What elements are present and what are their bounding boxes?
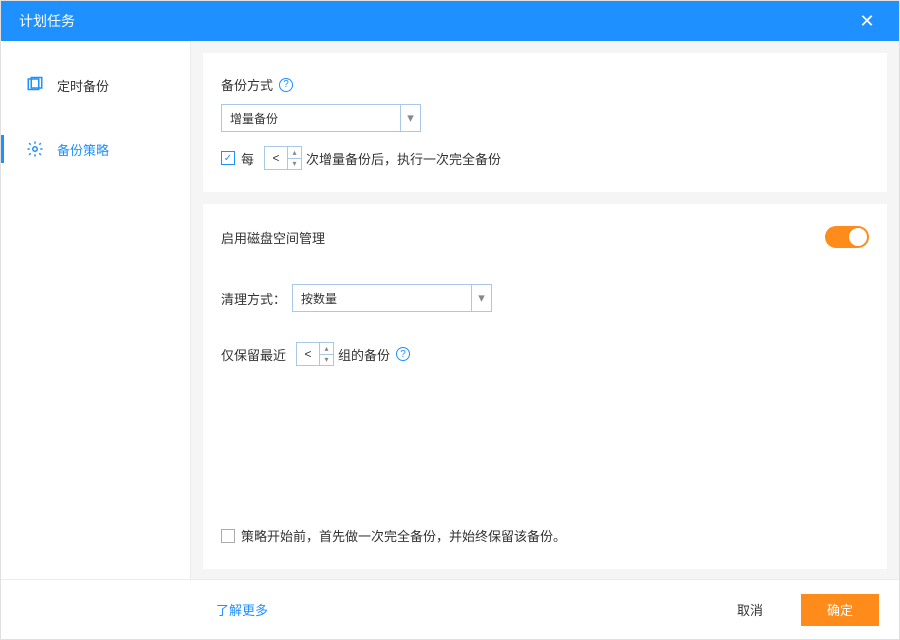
help-icon[interactable]: ? <box>279 78 293 92</box>
title-bar: 计划任务 ✕ <box>1 1 899 41</box>
sidebar-item-policy[interactable]: 备份策略 <box>1 125 190 173</box>
disk-space-panel: 启用磁盘空间管理 清理方式： 按数量 ▾ 仅保留最近 < ▴ ▾ <box>203 204 887 569</box>
window-title: 计划任务 <box>19 11 847 31</box>
disk-space-label: 启用磁盘空间管理 <box>221 228 325 247</box>
spinner-down[interactable]: ▾ <box>320 355 333 366</box>
disk-space-toggle-row: 启用磁盘空间管理 <box>221 226 869 248</box>
spinner-down[interactable]: ▾ <box>288 159 301 170</box>
close-button[interactable]: ✕ <box>847 1 887 41</box>
every-prefix: 每 <box>241 149 254 168</box>
spinner-buttons: ▴ ▾ <box>319 343 333 365</box>
gear-icon <box>25 139 45 159</box>
schedule-icon <box>25 75 45 95</box>
pre-full-checkbox[interactable]: ✓ <box>221 529 235 543</box>
sidebar-item-label: 备份策略 <box>57 140 109 159</box>
every-suffix: 次增量备份后，执行一次完全备份 <box>306 149 501 168</box>
select-value: 增量备份 <box>222 110 400 127</box>
disk-space-switch[interactable] <box>825 226 869 248</box>
incremental-checkbox[interactable]: ✓ <box>221 151 235 165</box>
ok-button[interactable]: 确定 <box>801 594 879 626</box>
sidebar: 定时备份 备份策略 <box>1 41 191 579</box>
chevron-down-icon: ▾ <box>400 105 420 131</box>
body: 定时备份 备份策略 备份方式 ? 增量备份 ▾ ✓ 每 < <box>1 41 899 579</box>
cleanup-row: 清理方式： 按数量 ▾ <box>221 284 869 312</box>
keep-suffix: 组的备份 <box>338 345 390 364</box>
spinner-buttons: ▴ ▾ <box>287 147 301 169</box>
spinner-up[interactable]: ▴ <box>288 147 301 159</box>
pre-full-row: ✓ 策略开始前，首先做一次完全备份，并始终保留该备份。 <box>221 526 566 545</box>
pre-full-label: 策略开始前，首先做一次完全备份，并始终保留该备份。 <box>241 526 566 545</box>
backup-method-label: 备份方式 ? <box>221 75 869 94</box>
incremental-count-spinner[interactable]: < ▴ ▾ <box>264 146 302 170</box>
footer: 了解更多 取消 确定 <box>1 579 899 639</box>
spinner-value: < <box>297 343 319 365</box>
cleanup-label: 清理方式： <box>221 289 286 308</box>
backup-method-select[interactable]: 增量备份 ▾ <box>221 104 421 132</box>
spinner-value: < <box>265 147 287 169</box>
sidebar-item-schedule[interactable]: 定时备份 <box>1 61 190 109</box>
sidebar-item-label: 定时备份 <box>57 76 109 95</box>
select-value: 按数量 <box>293 290 471 307</box>
help-icon[interactable]: ? <box>396 347 410 361</box>
keep-row: 仅保留最近 < ▴ ▾ 组的备份 ? <box>221 342 869 366</box>
backup-method-panel: 备份方式 ? 增量备份 ▾ ✓ 每 < ▴ ▾ 次增量备份后，执行一次完全备份 <box>203 53 887 192</box>
cancel-button[interactable]: 取消 <box>711 594 789 626</box>
spinner-up[interactable]: ▴ <box>320 343 333 355</box>
content: 备份方式 ? 增量备份 ▾ ✓ 每 < ▴ ▾ 次增量备份后，执行一次完全备份 <box>191 41 899 579</box>
learn-more-link[interactable]: 了解更多 <box>216 600 699 619</box>
keep-count-spinner[interactable]: < ▴ ▾ <box>296 342 334 366</box>
incremental-row: ✓ 每 < ▴ ▾ 次增量备份后，执行一次完全备份 <box>221 146 869 170</box>
chevron-down-icon: ▾ <box>471 285 491 311</box>
keep-prefix: 仅保留最近 <box>221 345 286 364</box>
close-icon: ✕ <box>859 11 874 32</box>
cleanup-method-select[interactable]: 按数量 ▾ <box>292 284 492 312</box>
